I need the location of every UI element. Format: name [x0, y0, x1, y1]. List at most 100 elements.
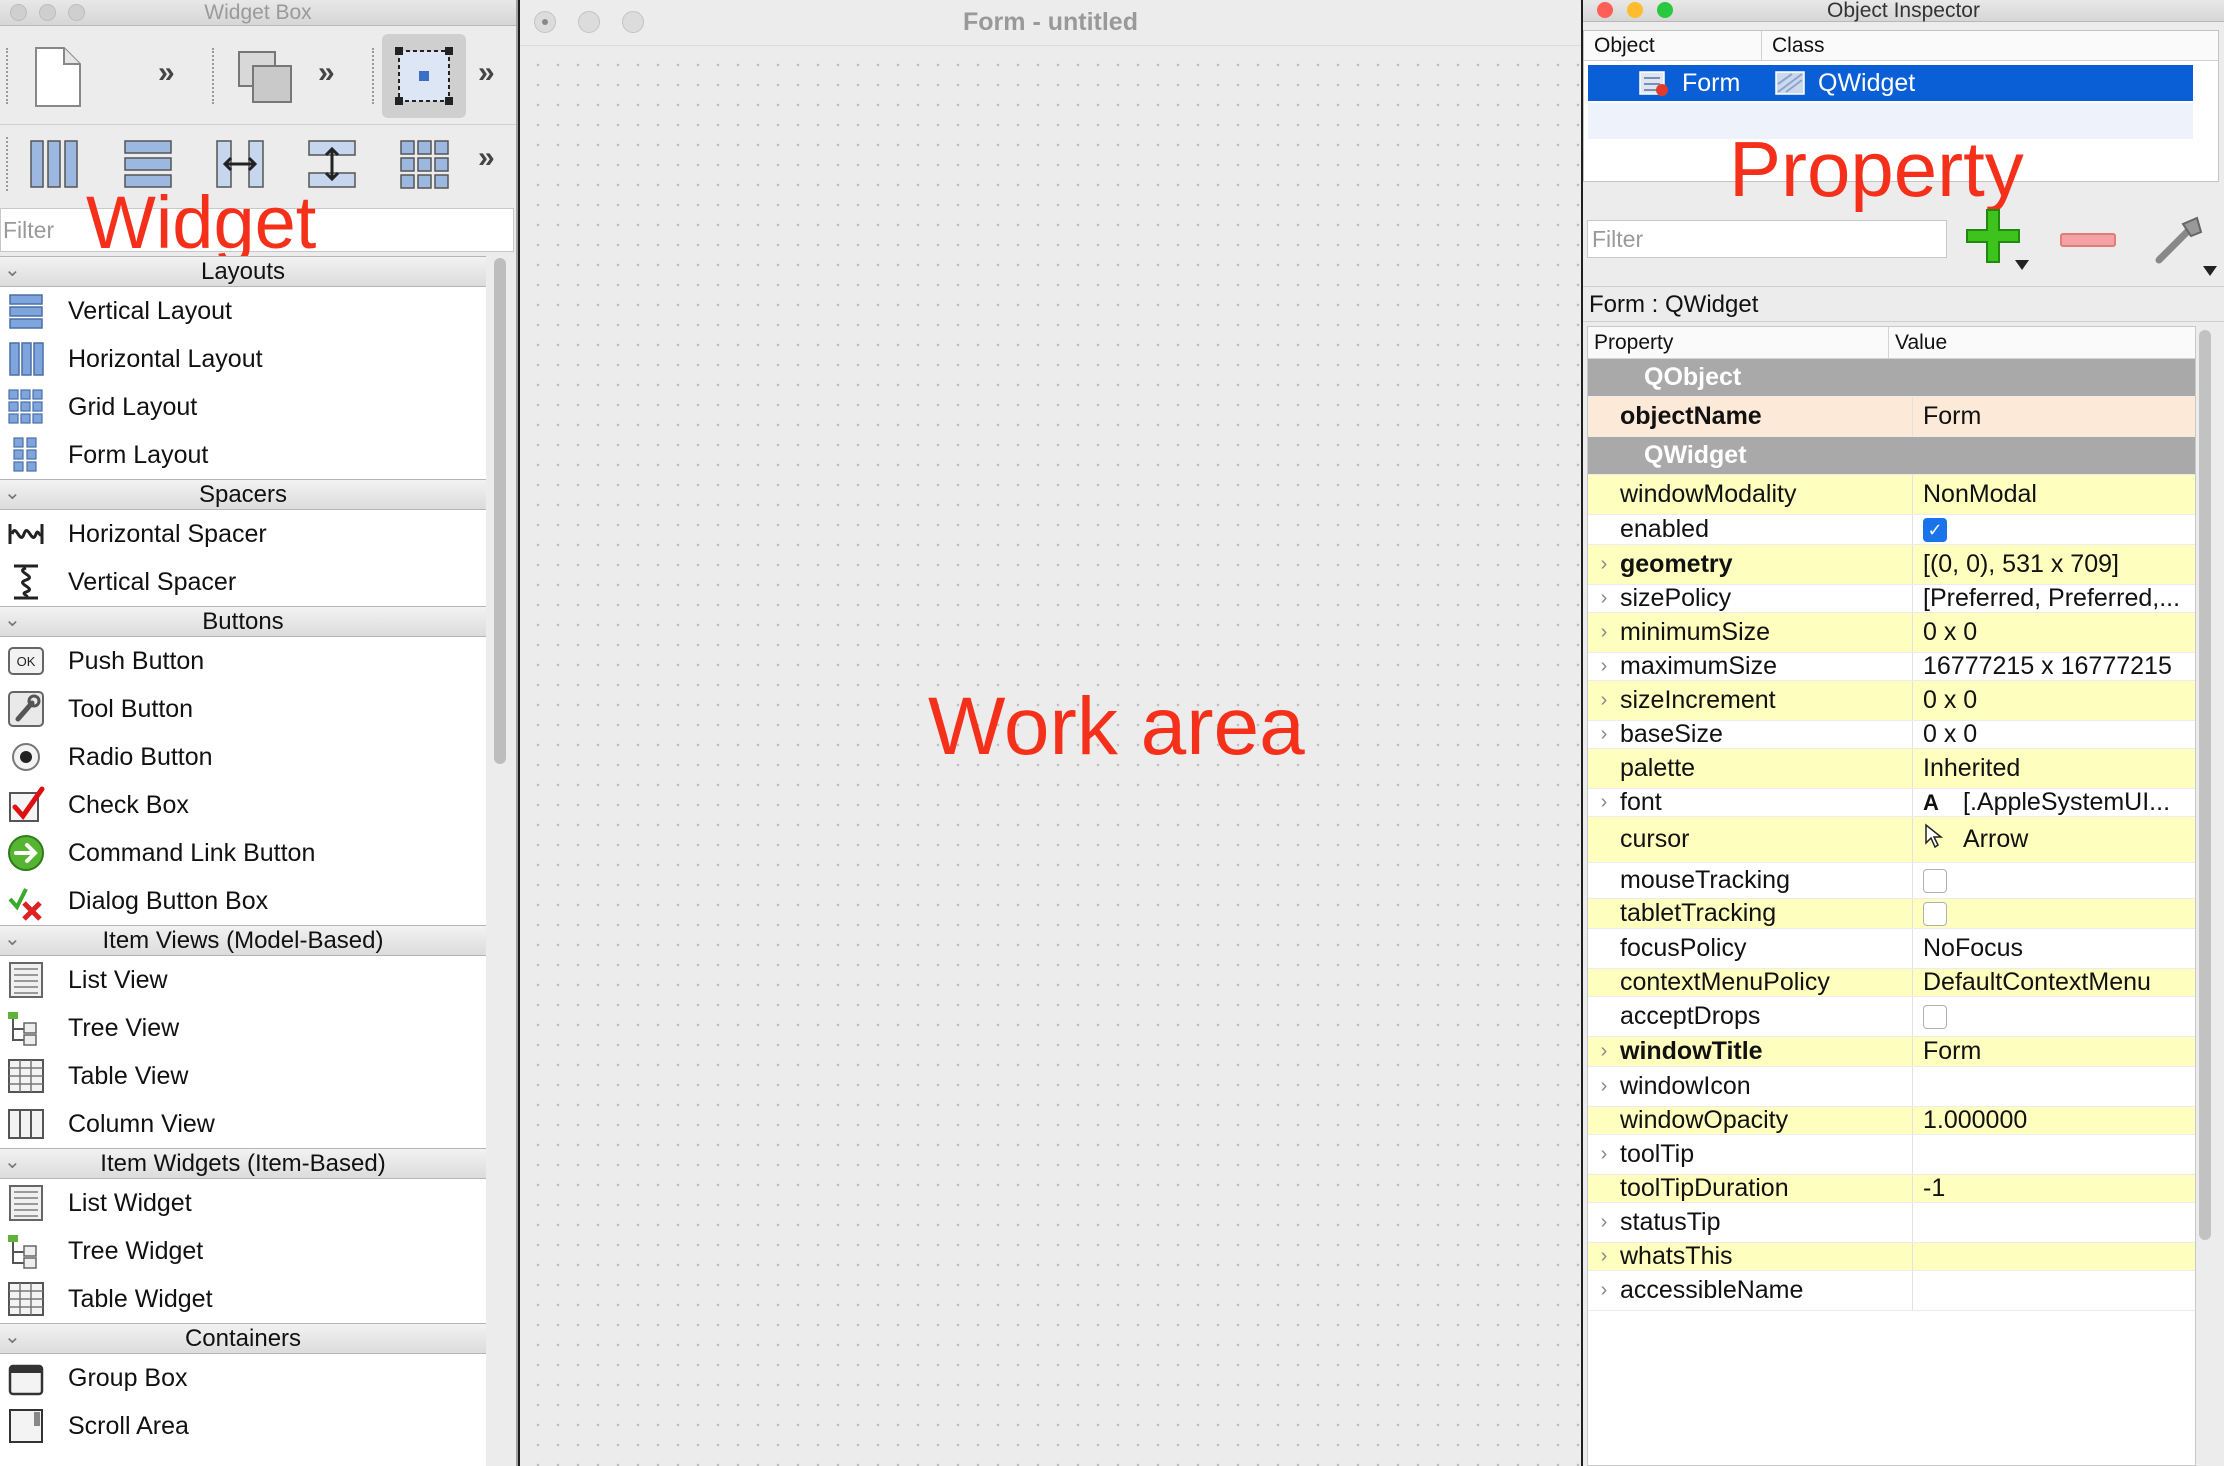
- object-tree-row-form[interactable]: Form QWidget: [1588, 65, 2193, 101]
- toolbar-extension-icon[interactable]: »: [478, 56, 495, 90]
- property-value[interactable]: 0 x 0: [1913, 721, 2195, 748]
- property-row-sizePolicy[interactable]: › sizePolicy [Preferred, Preferred,...: [1588, 584, 2195, 613]
- unchecked-checkbox[interactable]: [1923, 1004, 1947, 1029]
- property-row-font[interactable]: › font A [.AppleSystemUI...: [1588, 788, 2195, 817]
- chevron-right-icon[interactable]: ›: [1588, 1040, 1620, 1063]
- property-row-focusPolicy[interactable]: focusPolicy NoFocus: [1588, 929, 2195, 969]
- property-value[interactable]: NonModal: [1913, 475, 2195, 514]
- property-row-accessibleName[interactable]: › accessibleName: [1588, 1271, 2195, 1311]
- property-value[interactable]: A [.AppleSystemUI...: [1913, 789, 2195, 816]
- property-row-enabled[interactable]: enabled ✓: [1588, 515, 2195, 545]
- configure-property-editor-button[interactable]: [2149, 210, 2219, 280]
- close-button[interactable]: [534, 11, 556, 33]
- minimize-button[interactable]: [39, 4, 56, 21]
- property-row-windowModality[interactable]: windowModality NonModal: [1588, 475, 2195, 515]
- property-value[interactable]: DefaultContextMenu: [1913, 969, 2195, 996]
- widget-category-header[interactable]: ⌄ Item Widgets (Item-Based): [0, 1148, 486, 1179]
- close-button[interactable]: [10, 4, 27, 21]
- property-row-mouseTracking[interactable]: mouseTracking: [1588, 863, 2195, 899]
- unchecked-checkbox[interactable]: [1923, 868, 1947, 893]
- widget-list-item[interactable]: Horizontal Layout: [0, 335, 486, 383]
- zoom-button[interactable]: [68, 4, 85, 21]
- class-column-header[interactable]: Class: [1762, 31, 1825, 60]
- widget-list-item[interactable]: Tree Widget: [0, 1227, 486, 1275]
- property-row-tabletTracking[interactable]: tabletTracking: [1588, 899, 2195, 929]
- new-form-button[interactable]: [22, 42, 92, 112]
- chevron-right-icon[interactable]: ›: [1588, 1245, 1620, 1268]
- property-row-acceptDrops[interactable]: acceptDrops: [1588, 997, 2195, 1037]
- property-value[interactable]: NoFocus: [1913, 929, 2195, 968]
- property-row-cursor[interactable]: cursor Arrow: [1588, 817, 2195, 863]
- widget-list-item[interactable]: List View: [0, 956, 486, 1004]
- widget-list-item[interactable]: Radio Button: [0, 733, 486, 781]
- property-value[interactable]: 16777215 x 16777215: [1913, 653, 2195, 680]
- widget-list-item[interactable]: Tree View: [0, 1004, 486, 1052]
- minimize-button[interactable]: [578, 11, 600, 33]
- property-value[interactable]: 0 x 0: [1913, 613, 2195, 652]
- property-value[interactable]: 1.000000: [1913, 1107, 2195, 1134]
- widget-list-item[interactable]: Check Box: [0, 781, 486, 829]
- property-group-header[interactable]: QObject: [1588, 359, 2195, 397]
- property-value[interactable]: 0 x 0: [1913, 681, 2195, 720]
- lay-out-horizontally-button[interactable]: [24, 135, 84, 193]
- add-dynamic-property-button[interactable]: [1963, 206, 2033, 276]
- duplicate-button[interactable]: [230, 42, 300, 112]
- widget-list-item[interactable]: Horizontal Spacer: [0, 510, 486, 558]
- property-value[interactable]: ✓: [1913, 515, 2195, 544]
- widget-list-item[interactable]: Grid Layout: [0, 383, 486, 431]
- property-value[interactable]: [1913, 899, 2195, 928]
- zoom-button[interactable]: [1657, 2, 1673, 18]
- property-table-scrollbar[interactable]: [2199, 330, 2211, 1240]
- value-column-header[interactable]: Value: [1889, 327, 1947, 358]
- property-value[interactable]: Inherited: [1913, 749, 2195, 788]
- widget-list-item[interactable]: Column View: [0, 1100, 486, 1148]
- property-row-windowTitle[interactable]: › windowTitle Form: [1588, 1037, 2195, 1067]
- property-value[interactable]: [1913, 1067, 2195, 1106]
- property-row-sizeIncrement[interactable]: › sizeIncrement 0 x 0: [1588, 681, 2195, 721]
- form-titlebar[interactable]: Form - untitled: [520, 0, 1581, 46]
- zoom-button[interactable]: [622, 11, 644, 33]
- toolbar-extension-icon[interactable]: »: [158, 56, 175, 90]
- chevron-right-icon[interactable]: ›: [1588, 621, 1620, 644]
- widget-list-item[interactable]: Table View: [0, 1052, 486, 1100]
- widget-list-scrollbar[interactable]: [494, 258, 506, 764]
- widget-category-header[interactable]: ⌄ Buttons: [0, 606, 486, 637]
- property-value[interactable]: [Preferred, Preferred,...: [1913, 585, 2195, 612]
- property-value[interactable]: [1913, 1135, 2195, 1174]
- widget-list-item[interactable]: OK Push Button: [0, 637, 486, 685]
- chevron-right-icon[interactable]: ›: [1588, 791, 1620, 814]
- minimize-button[interactable]: [1627, 2, 1643, 18]
- property-value[interactable]: -1: [1913, 1175, 2195, 1202]
- chevron-right-icon[interactable]: ›: [1588, 655, 1620, 678]
- widget-list-item[interactable]: List Widget: [0, 1179, 486, 1227]
- toolbar-extension-icon[interactable]: »: [318, 56, 335, 90]
- property-row-windowIcon[interactable]: › windowIcon: [1588, 1067, 2195, 1107]
- property-value[interactable]: [1913, 1203, 2195, 1242]
- widget-list-item[interactable]: Tool Button: [0, 685, 486, 733]
- property-filter-input[interactable]: [1587, 220, 1947, 258]
- widget-list-item[interactable]: Scroll Area: [0, 1402, 486, 1450]
- property-group-header[interactable]: QWidget: [1588, 437, 2195, 475]
- property-value[interactable]: [(0, 0), 531 x 709]: [1913, 545, 2195, 584]
- toolbar-extension-icon[interactable]: »: [478, 141, 495, 175]
- property-row-objectName[interactable]: objectName Form: [1588, 397, 2195, 437]
- widget-category-header[interactable]: ⌄ Layouts: [0, 256, 486, 287]
- checked-checkbox[interactable]: ✓: [1923, 517, 1947, 542]
- property-row-maximumSize[interactable]: › maximumSize 16777215 x 16777215: [1588, 652, 2195, 681]
- widget-category-header[interactable]: ⌄ Spacers: [0, 479, 486, 510]
- chevron-right-icon[interactable]: ›: [1588, 1211, 1620, 1234]
- chevron-right-icon[interactable]: ›: [1588, 587, 1620, 610]
- chevron-right-icon[interactable]: ›: [1588, 723, 1620, 746]
- property-row-windowOpacity[interactable]: windowOpacity 1.000000: [1588, 1106, 2195, 1135]
- property-value[interactable]: [1913, 863, 2195, 898]
- property-column-header[interactable]: Property: [1588, 327, 1889, 358]
- close-button[interactable]: [1597, 2, 1613, 18]
- widget-category-header[interactable]: ⌄ Containers: [0, 1323, 486, 1354]
- edit-widgets-button[interactable]: [382, 34, 466, 118]
- chevron-right-icon[interactable]: ›: [1588, 1143, 1620, 1166]
- property-row-statusTip[interactable]: › statusTip: [1588, 1203, 2195, 1243]
- property-value[interactable]: [1913, 1271, 2195, 1310]
- widget-list-item[interactable]: Vertical Layout: [0, 287, 486, 335]
- widget-box-titlebar[interactable]: Widget Box: [0, 0, 516, 26]
- property-value[interactable]: Arrow: [1913, 817, 2195, 862]
